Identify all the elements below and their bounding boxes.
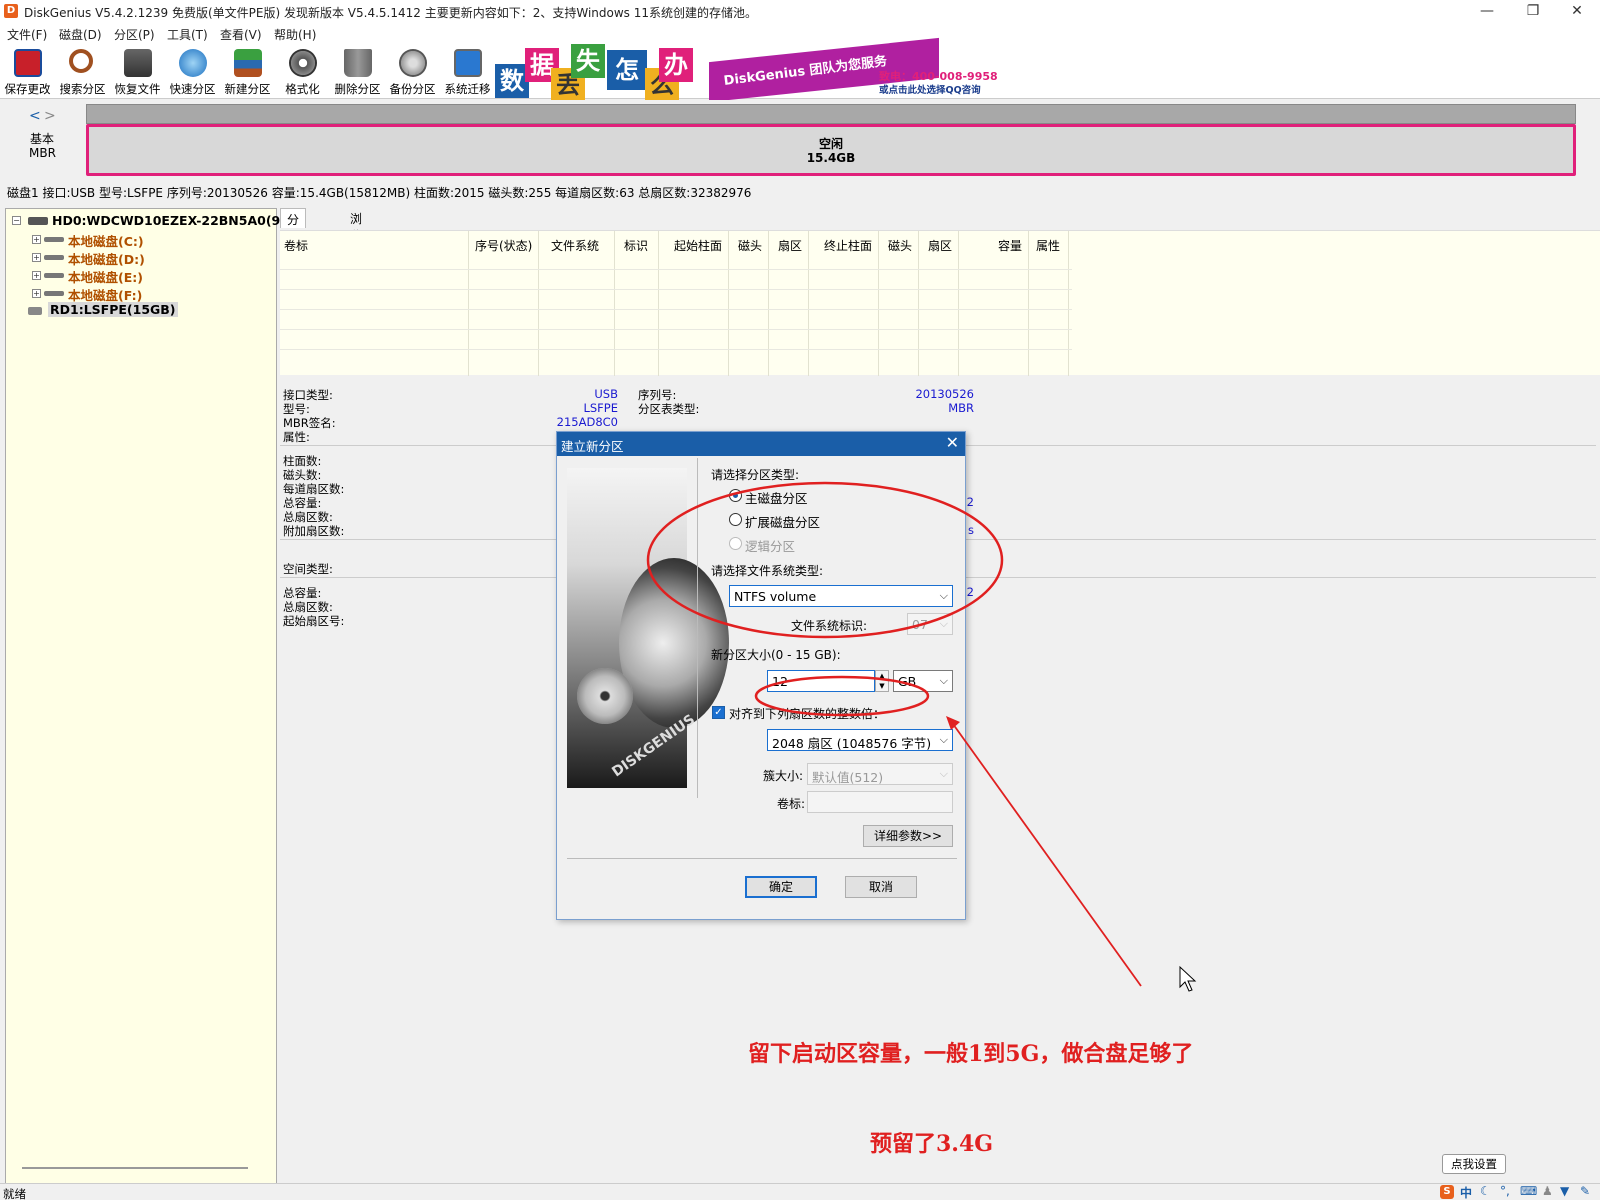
annotation-ellipse-type bbox=[646, 481, 1004, 639]
skin-icon[interactable]: ▼ bbox=[1560, 1184, 1569, 1198]
annotation-ellipse-size bbox=[754, 675, 930, 717]
mouse-cursor-icon bbox=[1179, 965, 1197, 992]
annotation-arrowhead bbox=[946, 716, 960, 730]
annotation-text-1: 留下启动区容量，一般1到5G，做合盘足够了 bbox=[748, 1041, 1194, 1067]
annotation-arrow bbox=[952, 723, 1142, 987]
ime-mode[interactable]: 中 bbox=[1460, 1184, 1472, 1200]
ime-tooltip[interactable]: 点我设置 bbox=[1442, 1154, 1506, 1174]
status-bar: 就绪 S 中 ☾ °, ⌨ ♟ ▼ ✎ bbox=[0, 1183, 1600, 1200]
moon-icon[interactable]: ☾ bbox=[1480, 1184, 1491, 1198]
user-icon[interactable]: ♟ bbox=[1542, 1184, 1553, 1198]
keyboard-icon[interactable]: ⌨ bbox=[1520, 1184, 1537, 1198]
punct-icon[interactable]: °, bbox=[1500, 1184, 1510, 1198]
status-text: 就绪 bbox=[3, 1187, 26, 1200]
ime-logo-icon[interactable]: S bbox=[1440, 1185, 1454, 1199]
annotation-overlay bbox=[646, 481, 1197, 992]
annotation-text-2: 预留了3.4G bbox=[870, 1131, 994, 1157]
wrench-icon[interactable]: ✎ bbox=[1580, 1184, 1590, 1198]
